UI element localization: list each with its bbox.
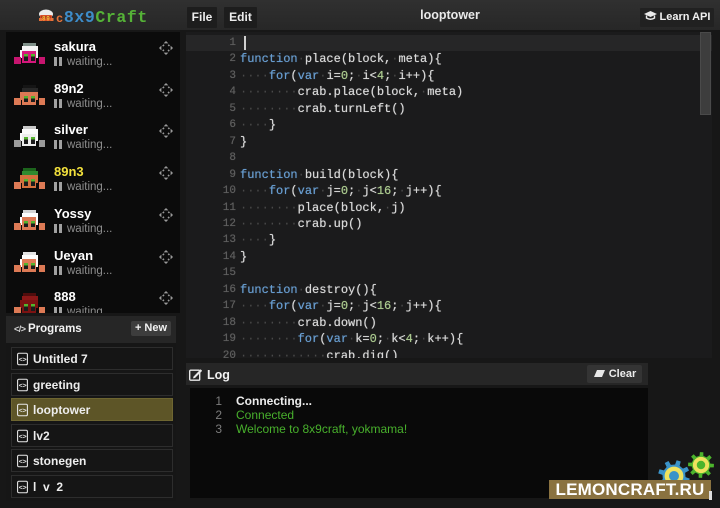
svg-text:<>: <> (19, 382, 27, 389)
svg-text:<>: <> (19, 485, 27, 492)
svg-text:<>: <> (19, 357, 27, 364)
svg-text:<>: <> (19, 433, 27, 440)
svg-text:<>: <> (19, 459, 27, 466)
svg-text:<>: <> (19, 408, 27, 415)
svg-text:89: 89 (42, 16, 50, 23)
